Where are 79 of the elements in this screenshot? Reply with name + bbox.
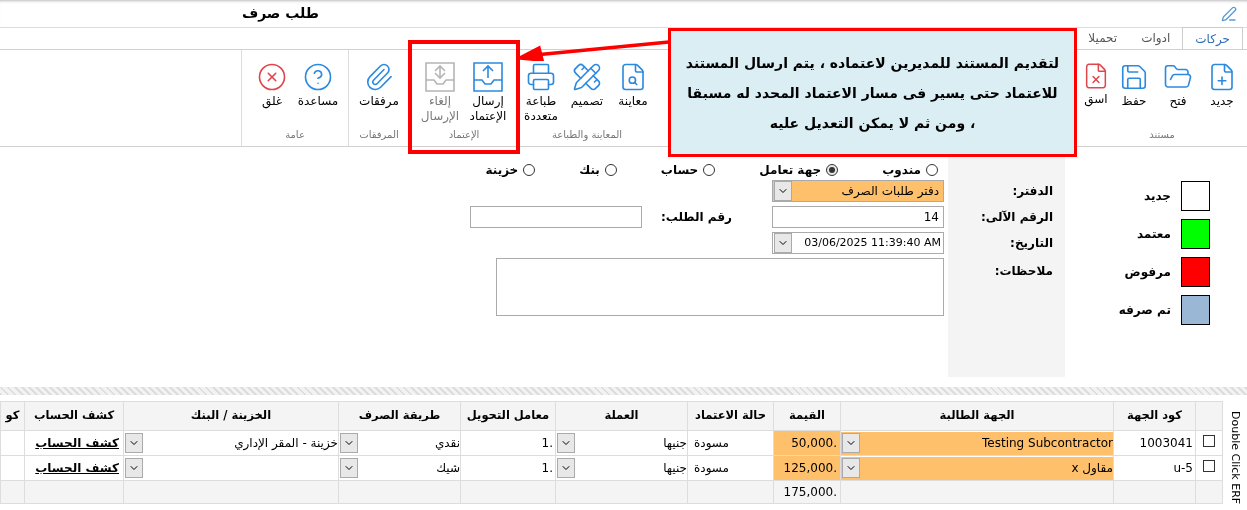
book-select[interactable]: دفتر طلبات الصرف <box>772 180 944 202</box>
column-header[interactable]: الجهة الطالبة <box>840 401 1114 431</box>
method-select[interactable]: نقدي <box>339 431 460 455</box>
treasury-select[interactable]: خزينة - المقر الإداري <box>124 431 338 455</box>
radio-label: بنك <box>579 162 600 179</box>
radio-label: مندوب <box>882 162 921 179</box>
ribbon-group-label: المعاينة والطباعة <box>551 128 623 143</box>
legend-label: تم صرفه <box>1118 302 1171 319</box>
ribbon-group-label: عامة <box>285 128 305 142</box>
column-header[interactable]: الخزينة / البنك <box>123 401 339 431</box>
legend-label: مرفوض <box>1124 264 1171 281</box>
currency-select[interactable]: جنيها <box>556 456 687 480</box>
column-header[interactable]: العملة <box>555 401 688 431</box>
table-cell: 50,000. <box>773 430 841 456</box>
table-cell: 1. <box>460 430 556 456</box>
side-label: Double Click ERF <box>1228 409 1244 504</box>
ribbon-button[interactable]: اسق <box>1081 62 1111 107</box>
legend-label: جديد <box>1143 188 1171 205</box>
total-cell: 175,000. <box>773 480 841 504</box>
field-label: التاريخ: <box>1009 235 1054 252</box>
ribbon-button[interactable]: مرفقات <box>357 62 401 109</box>
ribbon-button[interactable]: مساعدة <box>296 62 340 109</box>
ribbon-button[interactable]: إرسال الإعتماد <box>466 62 510 124</box>
ribbon-button[interactable]: غلق <box>250 62 294 109</box>
field-label: رقم الطلب: <box>659 209 732 226</box>
field-label: ملاحظات: <box>993 263 1054 280</box>
notes-field[interactable] <box>496 258 944 316</box>
radio-button[interactable] <box>826 164 839 176</box>
column-header[interactable]: حالة الاعتماد <box>687 401 774 431</box>
ribbon-tab[interactable]: ادوات <box>1129 27 1183 49</box>
radio-label: خزينة <box>485 162 519 179</box>
radio-label: جهة تعامل <box>759 162 822 179</box>
ribbon-group-label: مستند <box>1149 128 1175 142</box>
legend-label: معتمد <box>1136 226 1171 243</box>
table-cell: مسودة <box>687 455 774 481</box>
column-header[interactable]: معامل التحويل <box>460 401 556 431</box>
pen-icon[interactable] <box>1221 5 1237 22</box>
ribbon-group-label: المرفقات <box>359 128 399 142</box>
column-header[interactable]: القيمة <box>773 401 841 431</box>
help-icon <box>303 62 333 92</box>
request-number-field[interactable] <box>470 206 642 228</box>
column-header[interactable]: كشف الحساب <box>24 401 124 431</box>
ribbon-button[interactable]: جديد <box>1201 62 1243 109</box>
pencil-ruler-icon <box>572 62 602 92</box>
ribbon-button[interactable]: فتح <box>1157 62 1199 109</box>
date-picker[interactable]: 03/06/2025 11:39:40 AM <box>772 232 944 254</box>
auto-number-field[interactable]: 14 <box>772 206 944 228</box>
ribbon-button[interactable]: تصميم <box>565 62 609 109</box>
ribbon-button[interactable]: طباعة متعددة <box>519 62 563 124</box>
column-header[interactable]: طريقة الصرف <box>338 401 461 431</box>
row-checkbox[interactable] <box>1203 460 1215 472</box>
radio-button[interactable] <box>703 164 716 176</box>
table-cell: مسودة <box>687 430 774 456</box>
field-label: الدفتر: <box>1011 183 1054 200</box>
ribbon-tab[interactable]: حركات <box>1182 27 1243 49</box>
currency-select[interactable]: جنيها <box>556 431 687 455</box>
tray-up-arrow-icon <box>473 62 503 92</box>
method-select[interactable]: شيك <box>339 456 460 480</box>
ribbon-group-label: الإعتماد <box>448 128 480 143</box>
printer-icon <box>526 62 556 92</box>
close-icon <box>257 62 287 92</box>
radio-button[interactable] <box>926 164 938 176</box>
table-cell: 125,000. <box>773 455 841 481</box>
party-select[interactable]: مقاول x <box>841 456 1113 480</box>
field-label: الرقم الآلى: <box>979 209 1054 226</box>
column-header[interactable]: كو <box>0 401 25 431</box>
paperclip-icon <box>364 62 394 92</box>
window-title: طلب صرف <box>241 4 319 24</box>
radio-label: حساب <box>660 162 699 179</box>
ribbon-tab[interactable]: تحميلا <box>1076 27 1130 49</box>
party-select[interactable]: Testing Subcontractor <box>841 431 1113 455</box>
ribbon-button[interactable]: حفظ <box>1113 62 1155 109</box>
column-header[interactable]: كود الجهة <box>1113 401 1196 431</box>
row-checkbox[interactable] <box>1203 435 1215 447</box>
ribbon-button[interactable]: معاينة <box>611 62 655 109</box>
radio-button[interactable] <box>523 164 536 176</box>
callout-text: لتقديم المستند للمديرين لاعتماده ، يتم ارسال المستند للاعتماد حتى يسير فى مسار الاعتماد المحدد له مسبقا ، ومن ثم لا يمكن التعديل عليه <box>685 53 1060 134</box>
table-cell: 1. <box>460 455 556 481</box>
radio-button[interactable] <box>604 164 617 176</box>
